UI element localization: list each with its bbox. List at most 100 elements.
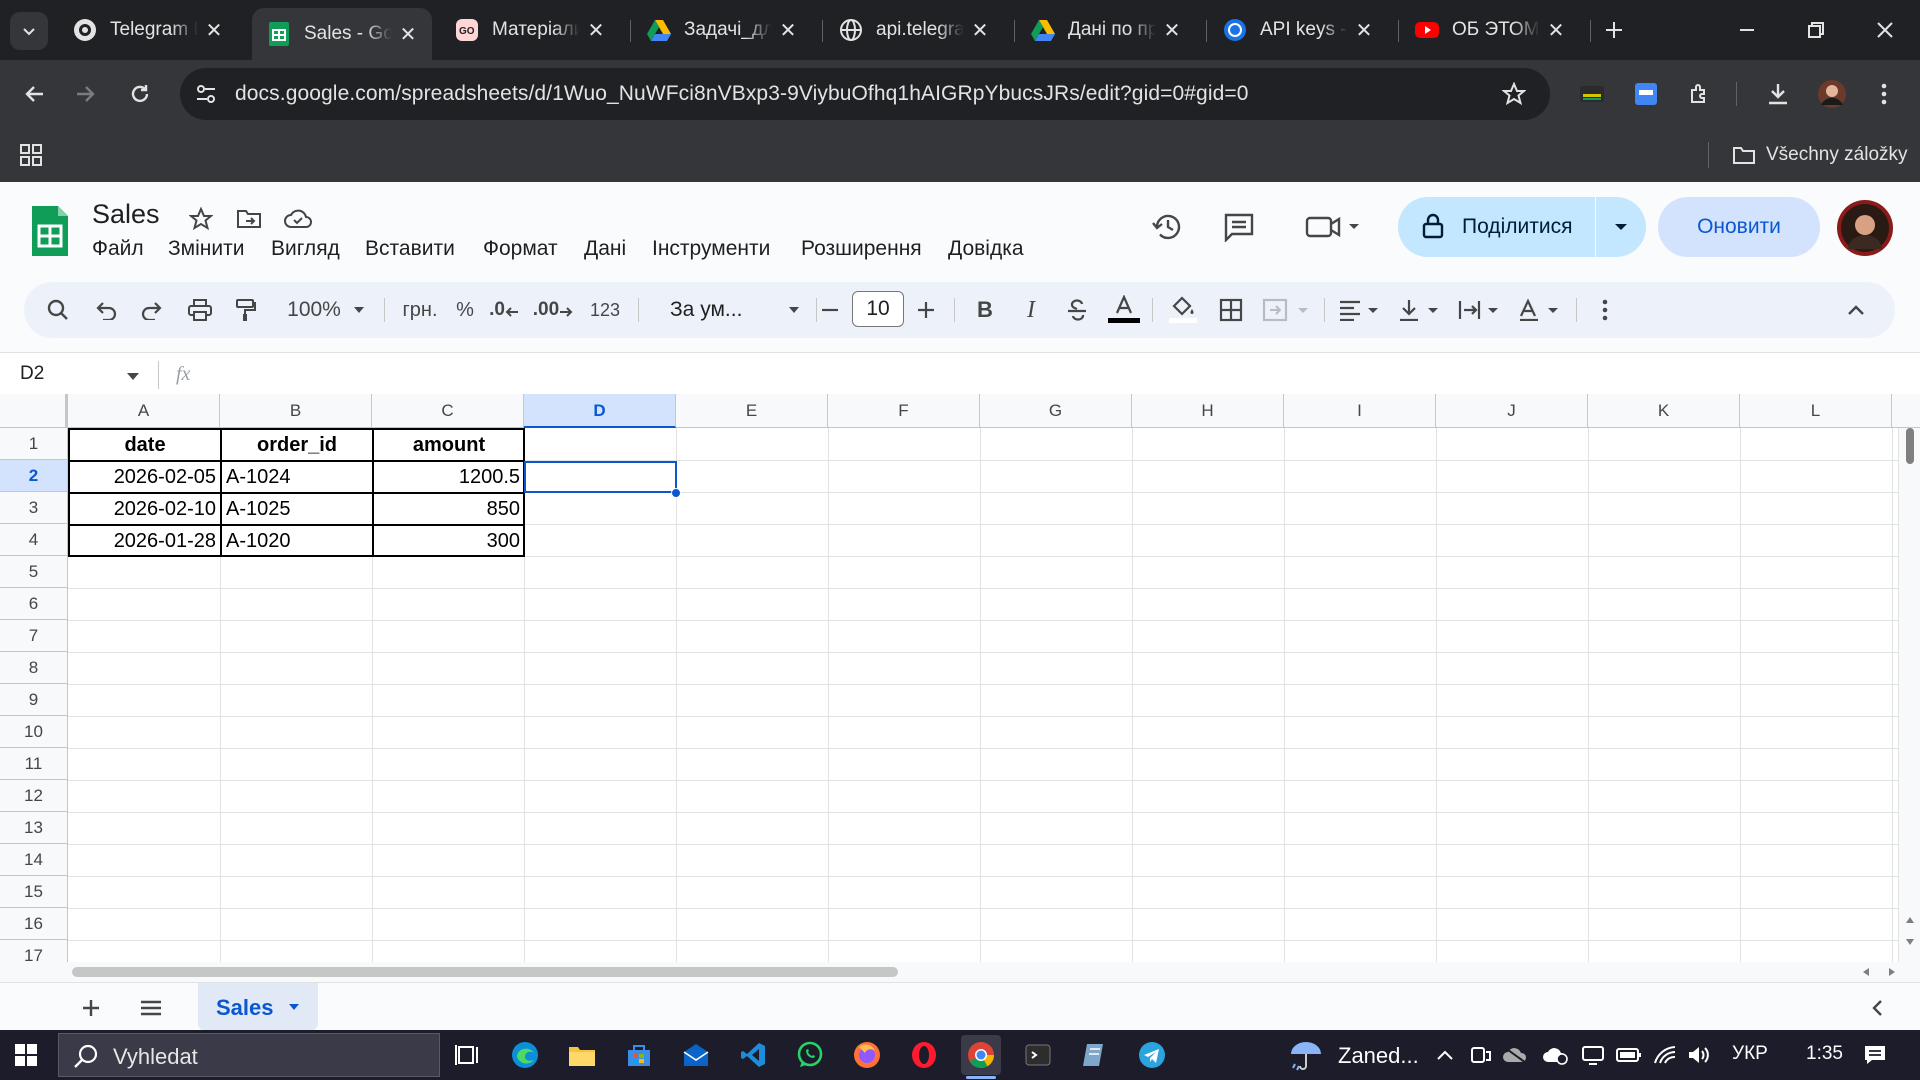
vertical-scroll-thumb[interactable] (1906, 428, 1914, 464)
close-tab-icon[interactable]: ✕ (586, 18, 606, 43)
meet-video-icon[interactable] (1298, 206, 1372, 248)
close-tab-icon[interactable]: ✕ (1162, 18, 1182, 43)
downloads-icon[interactable] (1758, 74, 1798, 114)
google-sheets-logo-icon[interactable] (30, 204, 70, 258)
scroll-right-icon[interactable] (1888, 967, 1896, 977)
row-header-6[interactable]: 6 (0, 588, 68, 620)
new-tab-icon[interactable] (1596, 12, 1632, 48)
row-header-2[interactable]: 2 (0, 460, 68, 492)
cell-b3[interactable]: A-1025 (222, 493, 372, 525)
address-bar[interactable]: docs.google.com/spreadsheets/d/1Wuo_NuWF… (180, 68, 1550, 120)
column-header-i[interactable]: I (1284, 394, 1436, 428)
browser-tab[interactable]: GO Матеріали ✕ (440, 8, 620, 52)
menu-insert[interactable]: Вставити (365, 237, 455, 261)
column-header-b[interactable]: B (220, 394, 372, 428)
comments-icon[interactable] (1218, 206, 1260, 248)
close-tab-icon[interactable]: ✕ (1546, 18, 1566, 43)
font-family-select[interactable]: За ум... (652, 282, 812, 338)
close-tab-icon[interactable]: ✕ (1354, 18, 1374, 43)
volume-icon[interactable] (1684, 1035, 1714, 1075)
tray-display-icon[interactable] (1578, 1035, 1608, 1075)
fill-color-icon[interactable] (1162, 282, 1204, 338)
cloud-status-icon[interactable] (280, 202, 316, 236)
star-icon[interactable] (184, 202, 218, 236)
row-header-5[interactable]: 5 (0, 556, 68, 588)
cell-b1[interactable]: order_id (222, 429, 372, 461)
text-wrapping-icon[interactable] (1454, 282, 1506, 338)
scroll-down-icon[interactable] (1905, 938, 1915, 946)
cell-b4[interactable]: A-1020 (222, 525, 372, 557)
sheet-tab-sales[interactable]: Sales (198, 983, 318, 1031)
strikethrough-icon[interactable] (1058, 282, 1096, 338)
row-header-7[interactable]: 7 (0, 620, 68, 652)
row-header-13[interactable]: 13 (0, 812, 68, 844)
vscode-icon[interactable] (733, 1035, 773, 1075)
tab-search-icon[interactable] (10, 12, 48, 50)
menu-tools[interactable]: Інструменти (652, 237, 770, 261)
taskbar-search[interactable]: Vyhledat (58, 1033, 440, 1077)
row-header-16[interactable]: 16 (0, 908, 68, 940)
borders-icon[interactable] (1210, 282, 1252, 338)
notifications-icon[interactable] (1860, 1035, 1890, 1075)
horizontal-align-icon[interactable] (1334, 282, 1386, 338)
redo-icon[interactable] (132, 282, 172, 338)
browser-tab[interactable]: ОБ ЭТОМ ✕ (1400, 8, 1580, 52)
browser-tab[interactable]: Дані по пр ✕ (1016, 8, 1196, 52)
selected-cell-d2[interactable] (524, 461, 677, 493)
row-header-8[interactable]: 8 (0, 652, 68, 684)
print-icon[interactable] (180, 282, 220, 338)
column-header-d[interactable]: D (524, 394, 676, 428)
telegram-icon[interactable] (1132, 1035, 1172, 1075)
extensions-puzzle-icon[interactable] (1680, 74, 1720, 114)
column-header-k[interactable]: K (1588, 394, 1740, 428)
close-tab-icon[interactable]: ✕ (204, 18, 224, 43)
menu-view[interactable]: Вигляд (271, 237, 340, 261)
more-formats-button[interactable]: 123 (582, 282, 628, 338)
more-options-icon[interactable] (1586, 282, 1624, 338)
apps-grid-icon[interactable] (14, 138, 48, 172)
cell-a1[interactable]: date (70, 429, 220, 461)
font-size-input[interactable]: 10 (852, 291, 904, 327)
row-header-14[interactable]: 14 (0, 844, 68, 876)
search-menus-icon[interactable] (38, 282, 78, 338)
tray-cloud-offline-icon[interactable] (1500, 1035, 1530, 1075)
back-icon[interactable] (14, 74, 54, 114)
menu-data[interactable]: Дані (584, 237, 626, 261)
spreadsheet-grid[interactable]: A B C D E F G H I J K L 1 2 3 4 5 6 7 8 … (0, 394, 1920, 962)
paint-format-icon[interactable] (226, 282, 266, 338)
italic-icon[interactable]: I (1012, 282, 1050, 338)
share-dropdown-icon[interactable] (1595, 197, 1646, 257)
vertical-scrollbar[interactable] (1898, 428, 1920, 962)
profile-avatar-icon[interactable] (1812, 74, 1852, 114)
column-header-f[interactable]: F (828, 394, 980, 428)
row-header-1[interactable]: 1 (0, 428, 68, 460)
column-header-a[interactable]: A (68, 394, 220, 428)
update-button[interactable]: Оновити (1658, 197, 1820, 257)
scroll-up-icon[interactable] (1905, 916, 1915, 924)
firefox-icon[interactable] (847, 1035, 887, 1075)
edge-browser-icon[interactable] (505, 1035, 545, 1075)
mail-icon[interactable] (676, 1035, 716, 1075)
minimize-window-icon[interactable] (1725, 10, 1769, 50)
menu-extensions[interactable]: Розширення (801, 237, 922, 261)
column-header-l[interactable]: L (1740, 394, 1892, 428)
notes-app-icon[interactable] (1075, 1035, 1115, 1075)
move-folder-icon[interactable] (232, 202, 266, 236)
fill-handle[interactable] (671, 488, 681, 498)
forward-icon[interactable] (66, 74, 106, 114)
chevron-down-icon[interactable] (126, 372, 140, 381)
select-all-corner[interactable] (0, 394, 68, 428)
windows-start-icon[interactable] (6, 1035, 46, 1075)
tray-device-icon[interactable] (1466, 1035, 1496, 1075)
reload-icon[interactable] (120, 74, 160, 114)
task-view-icon[interactable] (448, 1035, 488, 1075)
scroll-left-icon[interactable] (1862, 967, 1870, 977)
cell-c2[interactable]: 1200.5 (374, 461, 524, 493)
bookmark-star-icon[interactable] (1498, 78, 1530, 110)
column-header-h[interactable]: H (1132, 394, 1284, 428)
battery-icon[interactable] (1614, 1035, 1644, 1075)
row-header-15[interactable]: 15 (0, 876, 68, 908)
input-language[interactable]: УКР (1732, 1043, 1768, 1065)
chevron-down-icon[interactable] (288, 1003, 300, 1011)
font-size-decrease-icon[interactable] (812, 282, 848, 338)
